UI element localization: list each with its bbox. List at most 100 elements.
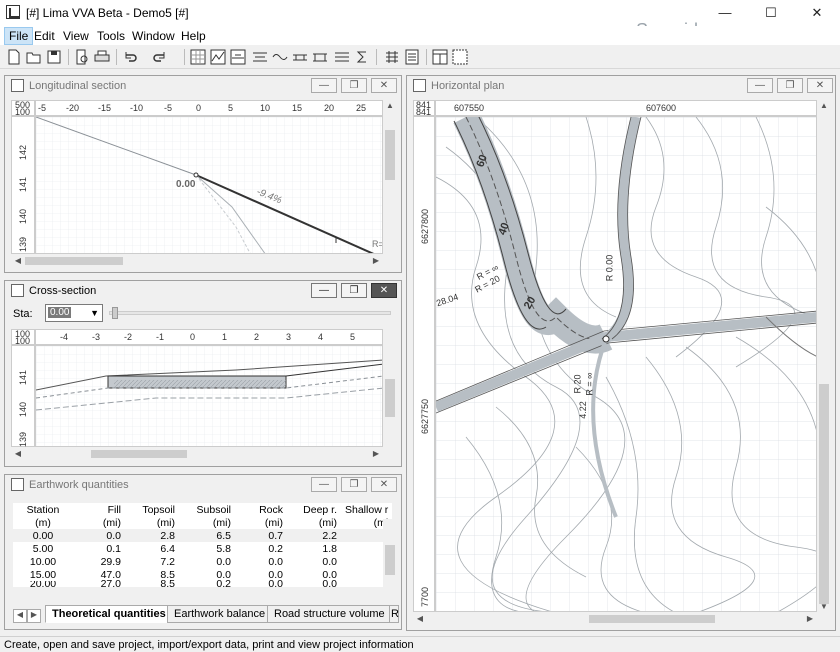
horizontal-scrollbar[interactable]: ◀ ▶	[11, 447, 383, 461]
close-panel-button[interactable]: ✕	[371, 283, 397, 298]
col-shallow[interactable]: Shallow r	[341, 503, 392, 516]
redo-icon[interactable]	[152, 49, 168, 65]
menu-tools[interactable]: Tools	[93, 28, 129, 44]
x-tick: 4	[318, 332, 324, 342]
frame-icon[interactable]	[452, 49, 468, 65]
minimize-panel-button[interactable]: —	[311, 283, 337, 298]
undo-icon[interactable]	[122, 49, 138, 65]
pvi-point[interactable]	[193, 172, 199, 178]
cell: 1.8	[322, 542, 337, 555]
col-deep[interactable]: Deep r.	[287, 503, 341, 516]
station-slider[interactable]	[109, 307, 391, 319]
tab-earthwork-balance[interactable]: Earthwork balance	[167, 605, 273, 623]
cell: 0.2	[216, 579, 231, 590]
cell: 0.2	[268, 542, 283, 555]
section-icon[interactable]	[230, 49, 246, 65]
scroll-thumb[interactable]	[25, 257, 123, 265]
table-row[interactable]: 0.00 0.0 2.8 6.5 0.7 2.2	[13, 529, 393, 542]
vertical-scrollbar[interactable]	[383, 519, 397, 601]
profile-icon[interactable]	[210, 49, 226, 65]
open-icon[interactable]	[26, 49, 42, 65]
scroll-thumb[interactable]	[91, 450, 187, 458]
culvert-icon[interactable]	[334, 49, 350, 65]
close-panel-button[interactable]: ✕	[807, 78, 833, 93]
restore-panel-button[interactable]: ❐	[777, 78, 803, 93]
maximize-button[interactable]: ☐	[748, 0, 794, 26]
col-subsoil[interactable]: Subsoil	[179, 503, 235, 516]
col-station[interactable]: Station	[13, 503, 73, 516]
longitudinal-canvas[interactable]: 0.00 -9.4% R=	[35, 116, 383, 254]
horizontal-plan-title-bar[interactable]: Horizontal plan — ❐ ✕	[407, 76, 835, 96]
cross-section-title-bar[interactable]: Cross-section — ❐ ✕	[5, 281, 401, 301]
scroll-right-arrow[interactable]: ▶	[803, 614, 817, 623]
intersection-point[interactable]	[602, 335, 610, 343]
table-row[interactable]: 20.00 27.0 8.5 0.2 0.0 0.0	[13, 579, 392, 590]
scroll-up-arrow[interactable]: ▲	[817, 101, 831, 110]
tab-more[interactable]: R	[389, 605, 399, 623]
scroll-up-arrow[interactable]: ▲	[383, 101, 397, 110]
minimize-panel-button[interactable]: —	[747, 78, 773, 93]
grid-icon[interactable]	[190, 49, 206, 65]
unit-cell: (m)	[35, 516, 51, 529]
scroll-down-arrow[interactable]: ▼	[817, 602, 831, 611]
scroll-thumb[interactable]	[385, 130, 395, 180]
y-tick: 139	[18, 237, 28, 253]
scroll-left-arrow[interactable]: ◀	[11, 256, 25, 265]
horizontal-scrollbar[interactable]: ◀ ▶	[413, 612, 817, 626]
chevron-down-icon[interactable]: ▼	[90, 308, 99, 318]
print-icon[interactable]	[94, 49, 110, 65]
layers-icon[interactable]	[252, 49, 268, 65]
menu-file[interactable]: File	[4, 27, 34, 45]
scroll-right-arrow[interactable]: ▶	[369, 256, 383, 265]
table-row[interactable]: 5.00 0.1 6.4 5.8 0.2 1.8	[13, 542, 392, 555]
network-icon[interactable]	[384, 49, 400, 65]
close-panel-button[interactable]: ✕	[371, 78, 397, 93]
cross-section-canvas[interactable]	[35, 345, 383, 447]
wave-icon[interactable]	[272, 49, 288, 65]
restore-panel-button[interactable]: ❐	[341, 283, 367, 298]
list-icon[interactable]	[404, 49, 420, 65]
vertical-scrollbar[interactable]: ▲ ▼	[817, 100, 831, 612]
close-window-button[interactable]: ✕	[794, 0, 840, 26]
tab-scroll-right[interactable]: ▶	[27, 609, 41, 623]
restore-panel-button[interactable]: ❐	[341, 477, 367, 492]
print-preview-icon[interactable]	[74, 49, 90, 65]
horizontal-plan-canvas[interactable]: 60 40 20 R = ∞ R = 20 28.04 R 0.00 R 20 …	[435, 116, 817, 612]
save-icon[interactable]	[46, 49, 62, 65]
restore-panel-button[interactable]: ❐	[341, 78, 367, 93]
minimize-panel-button[interactable]: —	[311, 477, 337, 492]
col-rock[interactable]: Rock	[235, 503, 287, 516]
col-topsoil[interactable]: Topsoil	[125, 503, 179, 516]
new-icon[interactable]	[6, 49, 22, 65]
menu-window[interactable]: Window	[128, 28, 179, 44]
road-icon[interactable]	[292, 49, 308, 65]
scroll-right-arrow[interactable]: ▶	[369, 449, 383, 458]
close-panel-button[interactable]: ✕	[371, 477, 397, 492]
scroll-thumb[interactable]	[819, 384, 829, 604]
tab-theoretical-quantities[interactable]: Theoretical quantities	[45, 605, 173, 623]
vertical-scrollbar[interactable]: ▲	[383, 100, 397, 254]
station-combo[interactable]: 0.00 ▼	[45, 304, 103, 322]
x-tick: -5	[164, 103, 173, 113]
slider-knob[interactable]	[112, 307, 118, 319]
scroll-left-arrow[interactable]: ◀	[413, 614, 427, 623]
scroll-thumb[interactable]	[385, 545, 395, 575]
longitudinal-title-bar[interactable]: Longitudinal section — ❐ ✕	[5, 76, 401, 96]
menu-edit[interactable]: Edit	[30, 28, 59, 44]
scroll-thumb[interactable]	[589, 615, 715, 623]
scroll-thumb[interactable]	[385, 379, 395, 417]
menu-help[interactable]: Help	[177, 28, 210, 44]
table-row[interactable]: 10.00 29.9 7.2 0.0 0.0 0.0	[13, 555, 392, 568]
tab-road-structure-volume[interactable]: Road structure volume	[267, 605, 392, 623]
sigma-icon[interactable]	[354, 49, 370, 65]
bridge-icon[interactable]	[312, 49, 328, 65]
horizontal-scrollbar[interactable]: ◀ ▶	[11, 254, 383, 268]
earthwork-title-bar[interactable]: Earthwork quantities — ❐ ✕	[5, 475, 401, 495]
layout-icon[interactable]	[432, 49, 448, 65]
col-fill[interactable]: Fill	[73, 503, 125, 516]
minimize-panel-button[interactable]: —	[311, 78, 337, 93]
vertical-scrollbar[interactable]	[383, 329, 397, 447]
menu-view[interactable]: View	[59, 28, 93, 44]
scroll-left-arrow[interactable]: ◀	[11, 449, 25, 458]
tab-scroll-left[interactable]: ◀	[13, 609, 27, 623]
